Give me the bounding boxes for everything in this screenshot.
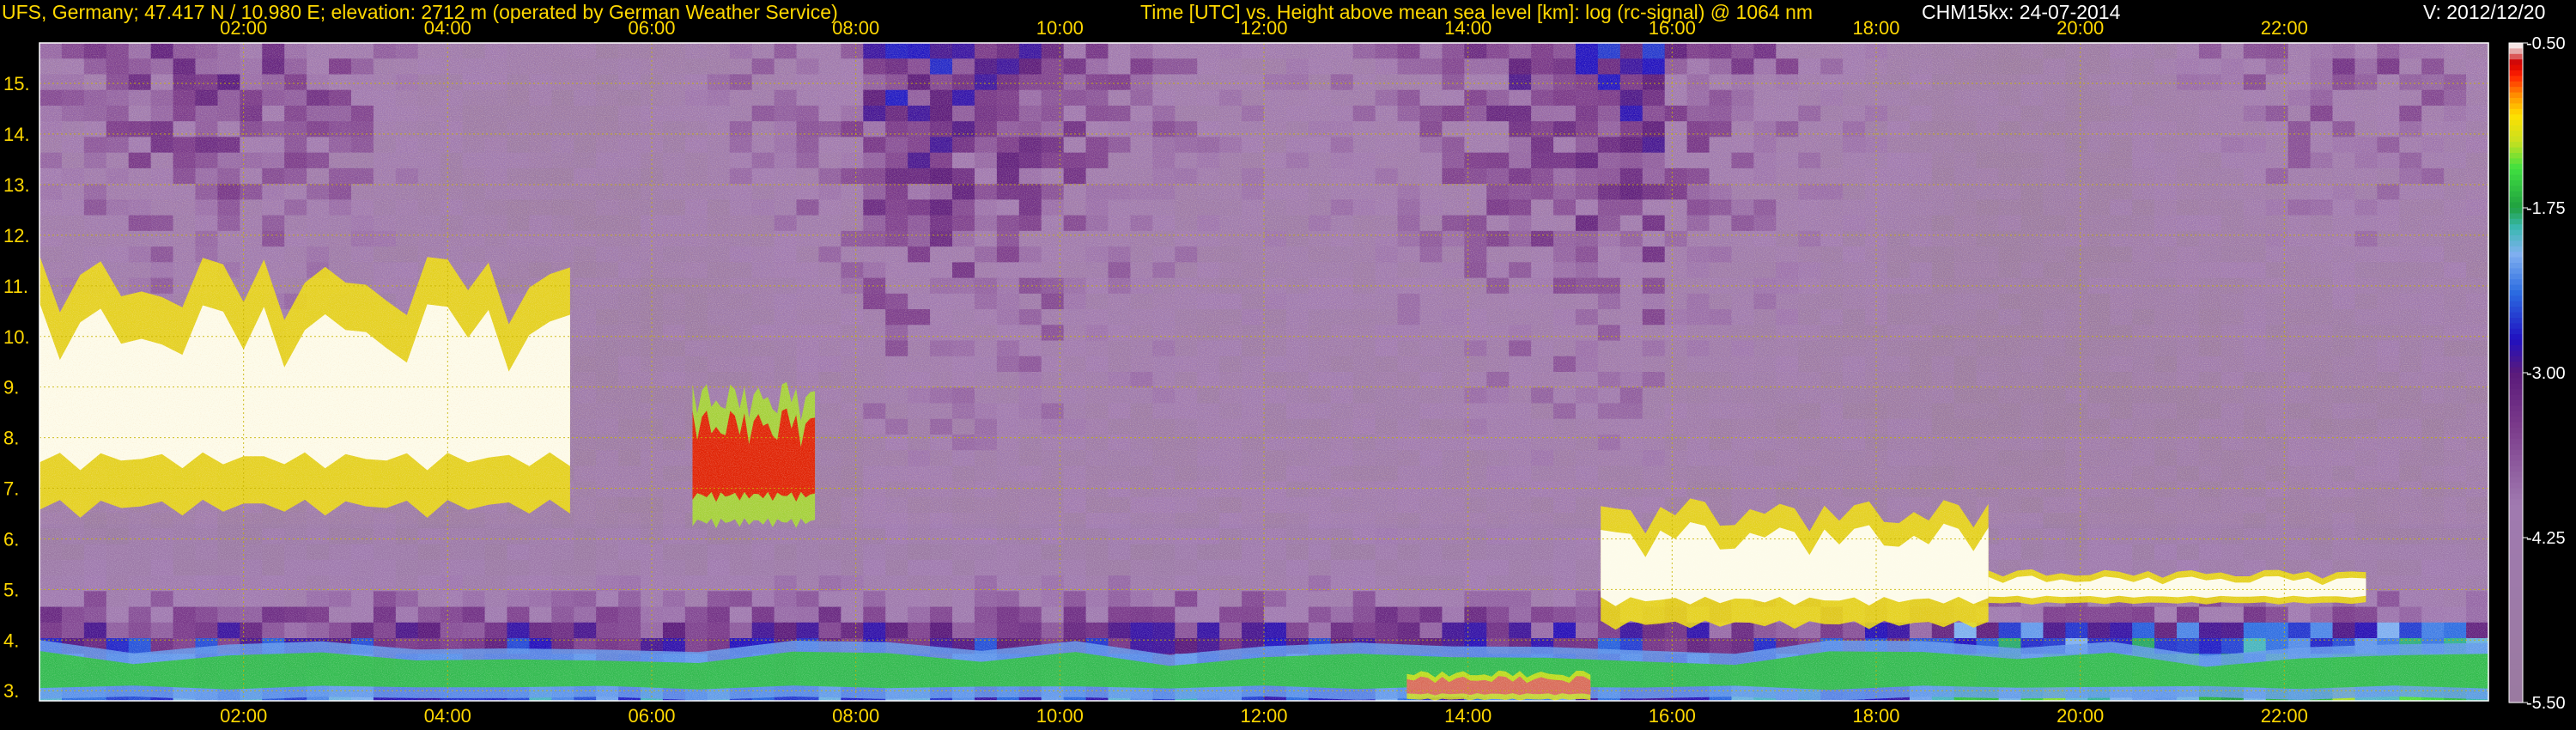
y-tick-label: 4. <box>3 630 19 651</box>
x-tick-label-bottom: 08:00 <box>832 705 879 727</box>
x-tick-label-bottom: 12:00 <box>1240 705 1287 727</box>
y-tick-label: 14. <box>3 124 30 145</box>
x-tick-label-bottom: 20:00 <box>2057 705 2104 727</box>
x-tick-label-top: 22:00 <box>2261 17 2308 39</box>
y-tick-label: 9. <box>3 377 19 398</box>
x-tick-label-bottom: 02:00 <box>220 705 267 727</box>
x-tick-label-top: 04:00 <box>424 17 471 39</box>
y-tick-label: 3. <box>3 680 19 702</box>
x-tick-label-top: 20:00 <box>2057 17 2104 39</box>
y-tick-label: 15. <box>3 73 30 94</box>
y-tick-label: 10. <box>3 326 30 348</box>
x-tick-label-top: 10:00 <box>1036 17 1084 39</box>
y-tick-label: 6. <box>3 528 19 550</box>
x-tick-label-top: 16:00 <box>1649 17 1696 39</box>
x-tick-label-bottom: 22:00 <box>2261 705 2308 727</box>
colorbar-label: -1.75 <box>2526 199 2566 218</box>
y-tick-label: 5. <box>3 579 19 600</box>
y-tick-label: 7. <box>3 478 19 500</box>
ceilometer-plot: 02:00 02:00 04:00 04:00 06:00 06:00 08:00 08:00… <box>3 17 2566 727</box>
colorbar: -0.50 -1.75 -3.00 -4.25 -5.50 <box>2508 34 2566 713</box>
x-tick-label-bottom: 16:00 <box>1649 705 1696 727</box>
x-tick-label-top: 02:00 <box>220 17 267 39</box>
x-tick-label-top: 08:00 <box>832 17 879 39</box>
x-tick-label-top: 18:00 <box>1852 17 1899 39</box>
y-tick-label: 8. <box>3 428 19 449</box>
y-tick-label: 12. <box>3 225 30 246</box>
x-tick-label-bottom: 04:00 <box>424 705 471 727</box>
x-tick-label-bottom: 10:00 <box>1036 705 1084 727</box>
x-tick-label-top: 12:00 <box>1240 17 1287 39</box>
x-tick-label-top: 06:00 <box>628 17 675 39</box>
x-tick-label-bottom: 06:00 <box>628 705 675 727</box>
colorbar-label: -5.50 <box>2526 694 2566 713</box>
y-tick-label: 13. <box>3 174 30 196</box>
colorbar-label: -3.00 <box>2526 364 2566 383</box>
colorbar-label: -0.50 <box>2526 34 2566 53</box>
y-tick-label: 11. <box>3 276 28 297</box>
colorbar-label: -4.25 <box>2526 529 2566 548</box>
x-tick-label-bottom: 14:00 <box>1444 705 1492 727</box>
x-tick-label-top: 14:00 <box>1444 17 1492 39</box>
x-tick-label-bottom: 18:00 <box>1852 705 1899 727</box>
